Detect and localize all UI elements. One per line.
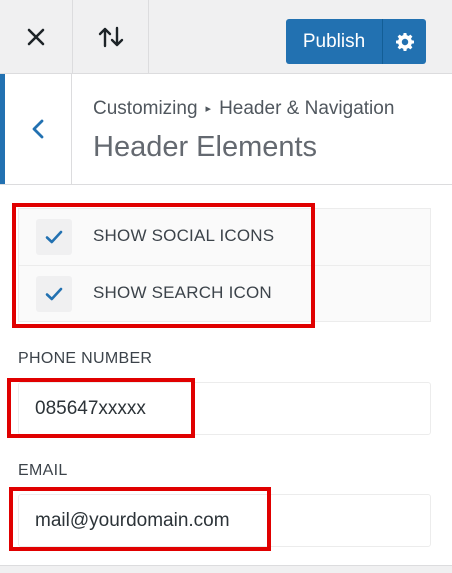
phone-number-label: PHONE NUMBER <box>18 350 153 367</box>
customizer-toolbar: Publish <box>0 0 452 74</box>
breadcrumb-separator-icon: ▸ <box>205 103 212 115</box>
breadcrumb-parent: Header & Navigation <box>219 98 395 119</box>
sort-arrows-icon <box>98 26 123 47</box>
phone-number-input[interactable] <box>18 382 431 435</box>
breadcrumb-root: Customizing <box>93 98 198 119</box>
show-social-icons-label: SHOW SOCIAL ICONS <box>93 226 275 245</box>
show-social-icons-checkbox[interactable] <box>36 219 72 255</box>
breadcrumb: Customizing ▸ Header & Navigation <box>93 98 394 120</box>
publish-group: Publish <box>286 19 426 64</box>
chevron-left-icon <box>32 119 44 139</box>
show-social-icons-option[interactable]: SHOW SOCIAL ICONS <box>19 209 430 265</box>
panel-footer <box>0 565 452 573</box>
show-search-icon-label: SHOW SEARCH ICON <box>93 283 272 302</box>
section-header: Customizing ▸ Header & Navigation Header E… <box>0 74 452 185</box>
reorder-button[interactable] <box>73 0 149 73</box>
checkmark-icon <box>45 230 63 244</box>
close-icon <box>27 28 45 45</box>
panel-title: Header Elements <box>93 131 318 163</box>
publish-button[interactable]: Publish <box>286 19 382 64</box>
checkmark-icon <box>45 287 63 301</box>
publish-settings-button[interactable] <box>382 19 426 64</box>
controls-panel: SHOW SOCIAL ICONS SHOW SEARCH ICON PHONE… <box>0 185 452 573</box>
email-label: EMAIL <box>18 462 68 479</box>
checkbox-group: SHOW SOCIAL ICONS SHOW SEARCH ICON <box>18 208 431 322</box>
show-search-icon-checkbox[interactable] <box>36 276 72 312</box>
back-button[interactable] <box>0 74 72 184</box>
email-input[interactable] <box>18 494 431 547</box>
show-search-icon-option[interactable]: SHOW SEARCH ICON <box>19 265 430 321</box>
close-button[interactable] <box>0 0 73 73</box>
gear-icon <box>395 32 414 51</box>
